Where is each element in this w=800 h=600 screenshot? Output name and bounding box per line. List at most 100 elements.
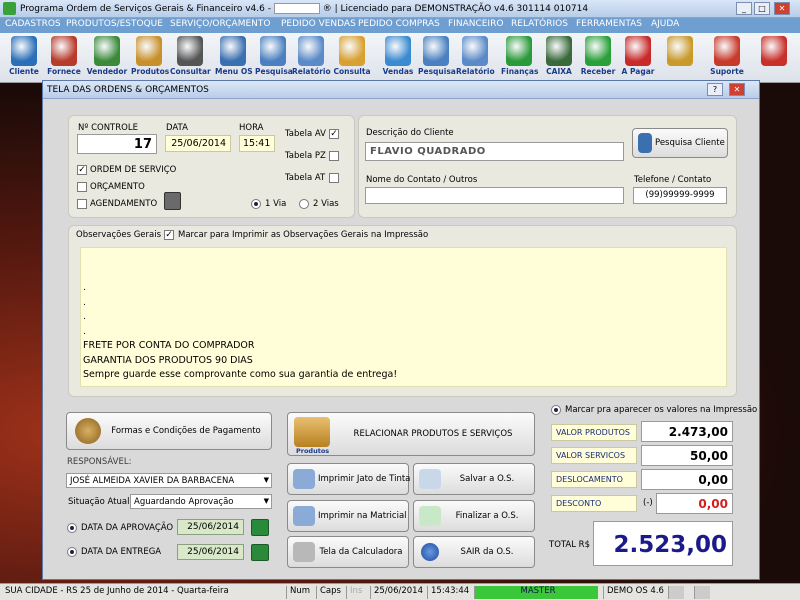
entrega-radio[interactable] [67,547,77,557]
two-vias-radio[interactable] [299,199,309,209]
menu-ajuda[interactable]: AJUDA [651,19,679,29]
toolbar-button-relat-rio[interactable]: Relatório [456,35,495,81]
valor-servicos-label-box: VALOR SERVICOS [551,447,637,464]
marcar-imprimir-checkbox[interactable]: ✓ [164,230,174,240]
aprovacao-radio[interactable] [67,523,77,533]
menu-cadastros[interactable]: CADASTROS [5,19,61,29]
obs-line: . [83,326,86,337]
menu-relatorios[interactable]: RELATÓRIOS [511,19,568,29]
status-date: 25/06/2014 [370,586,423,599]
telefone-field[interactable]: (99)99999-9999 [633,187,727,204]
toolbar-button-vendedor[interactable]: Vendedor [86,35,128,81]
toolbar-button-produtos[interactable]: Produtos [131,35,169,81]
tabela-at-checkbox[interactable] [329,173,339,183]
menu-ferramentas[interactable]: FERRAMENTAS [576,19,642,29]
order-header-panel: Nº CONTROLE 17 DATA 25/06/2014 HORA 15:4… [68,115,355,218]
pesquisa-cliente-button[interactable]: Pesquisa Cliente [632,128,728,158]
toolbar-button-exit-door[interactable] [758,35,790,81]
status-time: 15:43:44 [427,586,469,599]
controle-field[interactable]: 17 [77,134,157,154]
one-via-radio[interactable] [251,199,261,209]
finalizar-os-button[interactable]: Finalizar a O.S. [413,500,535,532]
toolbar-label: Menu OS [215,67,253,76]
entrega-field[interactable]: 25/06/2014 [177,544,244,560]
toolbar-button-consulta[interactable]: Consulta [333,35,371,81]
maximize-button[interactable]: □ [754,2,770,15]
valor-produtos-label-box: VALOR PRODUTOS [551,424,637,441]
toolbar-button-pesquisa[interactable]: Pesquisa [418,35,456,81]
status-ins: Ins [346,586,362,599]
toolbar-button-relat-rio[interactable]: Relatório [292,35,331,81]
marcar-valores-label: Marcar pra aparecer os valores na Impres… [565,405,758,415]
toolbar-button-vendas[interactable]: Vendas [381,35,415,81]
toolbar-button-menu-os[interactable]: Menu OS [215,35,253,81]
cliente-field[interactable]: FLAVIO QUADRADO [365,142,624,161]
valor-servicos-label: VALOR SERVICOS [556,451,626,460]
marcar-valores-radio[interactable] [551,405,561,415]
toolbar-button-a-pagar[interactable]: A Pagar [620,35,656,81]
situacao-select[interactable]: Aguardando Aprovação [130,494,272,509]
agendamento-checkbox[interactable] [77,199,87,209]
menu-financeiro[interactable]: FINANCEIRO [448,19,503,29]
printer-icon [293,506,315,526]
red-dollar-icon [625,36,651,66]
aprovacao-field[interactable]: 25/06/2014 [177,519,244,535]
menu-servico[interactable]: SERVIÇO/ORÇAMENTO [170,19,270,29]
data-field[interactable]: 25/06/2014 [165,135,231,152]
toolbar-button-fornece[interactable]: Fornece [45,35,83,81]
ordem-servico-checkbox[interactable]: ✓ [77,165,87,175]
toolbar-button-coins[interactable] [665,35,695,81]
toolbar-button-finan-as[interactable]: Finanças [501,35,538,81]
calendar-icon[interactable] [164,192,181,210]
toolbar-label: Vendedor [86,67,128,76]
tabela-pz-checkbox[interactable] [329,151,339,161]
toolbar-button-receber[interactable]: Receber [580,35,616,81]
close-button[interactable]: ✕ [774,2,790,15]
orcamento-checkbox[interactable] [77,182,87,192]
menu-pedido-compras[interactable]: PEDIDO COMPRAS [358,19,440,29]
nome-contato-field[interactable] [365,187,624,204]
valor-servicos-field[interactable]: 50,00 [641,445,733,466]
relacionar-produtos-button[interactable]: Produtos RELACIONAR PRODUTOS E SERVIÇOS [287,412,535,456]
sair-os-button[interactable]: SAIR da O.S. [413,536,535,568]
toolbar-button-pesquisa[interactable]: Pesquisa [255,35,293,81]
toolbar-label: Pesquisa [255,67,293,76]
toolbar-button-caixa[interactable]: CAIXA [541,35,577,81]
deslocamento-field[interactable]: 0,00 [641,469,733,490]
minimize-button[interactable]: _ [736,2,752,15]
printer-icon [462,36,488,66]
toolbar-button-consultar[interactable]: Consultar [170,35,211,81]
responsavel-select[interactable]: JOSÉ ALMEIDA XAVIER DA BARBACENA [66,473,272,488]
calendar-icon[interactable] [251,519,269,536]
magnifier-doc-icon [423,36,449,66]
imprimir-jato-label: Imprimir Jato de Tinta [318,474,411,484]
toolbar-button-cliente[interactable]: Cliente [6,35,42,81]
help-button[interactable]: ? [707,83,723,96]
imprimir-matricial-button[interactable]: Imprimir na Matricial [287,500,409,532]
calculadora-button[interactable]: Tela da Calculadora [287,536,409,568]
toolbar-button-suporte[interactable]: Suporte [708,35,746,81]
observacoes-panel: Observações Gerais ✓ Marcar para Imprimi… [68,225,737,397]
tabela-av-checkbox[interactable]: ✓ [329,129,339,139]
menu-produtos[interactable]: PRODUTOS/ESTOQUE [66,19,163,29]
dollar-chart-icon [506,36,532,66]
green-dollar-icon [585,36,611,66]
observacoes-textarea[interactable]: . . . . FRETE POR CONTA DO COMPRADOR GAR… [80,247,727,387]
salvar-os-button[interactable]: Salvar a O.S. [413,463,535,495]
deslocamento-label: DESLOCAMENTO [556,475,623,484]
hora-field[interactable]: 15:41 [239,135,275,152]
menu-pedido-vendas[interactable]: PEDIDO VENDAS [281,19,356,29]
imprimir-jato-button[interactable]: Imprimir Jato de Tinta [287,463,411,495]
printer-icon [293,469,315,489]
tabela-at-label: Tabela AT [285,173,326,183]
barcode-icon [177,36,203,66]
calendar-icon[interactable] [251,544,269,561]
desconto-sign: (-) [643,498,653,508]
desconto-field[interactable]: 0,00 [656,493,733,514]
dialog-header: TELA DAS ORDENS & ORÇAMENTOS ? ✕ [43,81,759,99]
formas-pagamento-button[interactable]: Formas e Condições de Pagamento [66,412,272,450]
dialog-close-button[interactable]: ✕ [729,83,745,96]
toolbar: Cliente Fornece Vendedor Produtos Consultar M… [0,33,800,83]
exit-door-icon [761,36,787,66]
valor-produtos-field[interactable]: 2.473,00 [641,421,733,442]
